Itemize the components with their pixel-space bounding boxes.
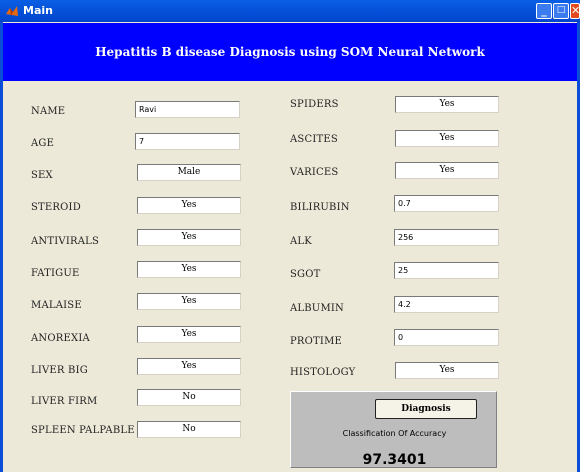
albumin-label: ALBUMIN [290, 303, 344, 314]
anorexia-field[interactable]: Yes [137, 326, 241, 343]
spleen-palpable-field[interactable]: No [137, 421, 241, 438]
varices-label: VARICES [290, 167, 339, 178]
age-field[interactable]: 7 [135, 133, 240, 150]
ascites-field[interactable]: Yes [395, 130, 499, 147]
ascites-label: ASCITES [290, 134, 338, 145]
protime-field[interactable]: 0 [394, 329, 499, 346]
sgot-label: SGOT [290, 269, 321, 280]
fatigue-field[interactable]: Yes [137, 261, 241, 278]
malaise-field[interactable]: Yes [137, 293, 241, 310]
alk-label: ALK [290, 236, 312, 247]
maximize-icon[interactable]: □ [553, 3, 569, 19]
sex-field[interactable]: Male [137, 164, 241, 181]
minimize-icon[interactable]: _ [536, 3, 552, 19]
diagnosis-button[interactable]: Diagnosis [375, 399, 477, 419]
anorexia-label: ANOREXIA [31, 333, 90, 344]
title-bar: Main _ □ ✕ [0, 0, 580, 22]
window-frame-left [0, 22, 3, 472]
name-label: NAME [31, 106, 66, 117]
protime-label: PROTIME [290, 336, 343, 347]
age-label: AGE [31, 138, 55, 149]
sgot-field[interactable]: 25 [394, 262, 499, 279]
malaise-label: MALAISE [31, 300, 82, 311]
spiders-label: SPIDERS [290, 99, 339, 110]
bilirubin-field[interactable]: 0.7 [394, 195, 499, 212]
page-title: Hepatitis B disease Diagnosis using SOM … [3, 23, 577, 81]
steroid-field[interactable]: Yes [137, 197, 241, 214]
alk-field[interactable]: 256 [394, 229, 499, 246]
close-icon[interactable]: ✕ [570, 3, 580, 19]
name-field[interactable]: Ravi [135, 101, 240, 118]
steroid-label: STEROID [31, 202, 81, 213]
histology-label: HISTOLOGY [290, 367, 356, 378]
spleen-palpable-label: SPLEEN PALPABLE [31, 425, 135, 436]
liver-firm-field[interactable]: No [137, 389, 241, 406]
spiders-field[interactable]: Yes [395, 96, 499, 113]
antivirals-label: ANTIVIRALS [31, 236, 100, 247]
histology-field[interactable]: Yes [395, 362, 499, 379]
sex-label: SEX [31, 170, 53, 181]
varices-field[interactable]: Yes [395, 162, 499, 179]
accuracy-label: Classification Of Accuracy [342, 429, 447, 438]
liver-firm-label: LIVER FIRM [31, 396, 98, 407]
antivirals-field[interactable]: Yes [137, 229, 241, 246]
accuracy-value: 97.3401 [362, 452, 427, 468]
liver-big-field[interactable]: Yes [137, 358, 241, 375]
result-panel: Diagnosis Classification Of Accuracy 97.… [290, 391, 497, 468]
albumin-field[interactable]: 4.2 [394, 296, 499, 313]
window-title: Main [23, 4, 53, 17]
fatigue-label: FATIGUE [31, 268, 80, 279]
bilirubin-label: BILIRUBIN [290, 202, 350, 213]
liver-big-label: LIVER BIG [31, 365, 88, 376]
matlab-icon [6, 6, 18, 16]
